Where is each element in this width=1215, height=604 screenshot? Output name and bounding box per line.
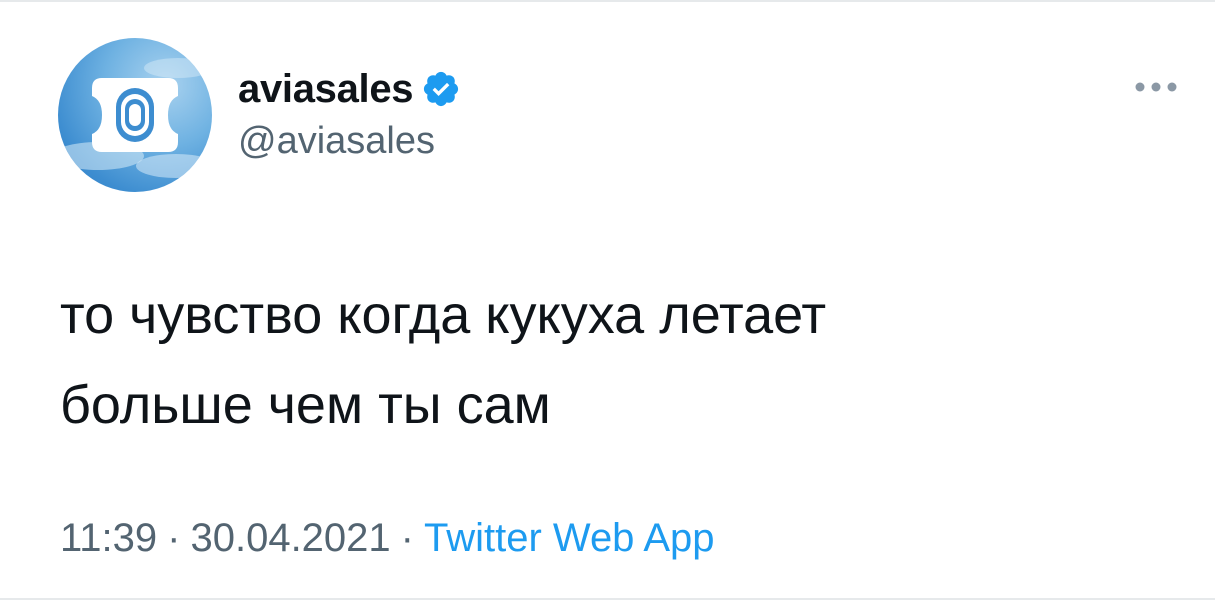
meta-separator: · bbox=[400, 516, 414, 560]
tweet-text: то чувство когда кукуха летает больше че… bbox=[60, 285, 827, 435]
avatar[interactable] bbox=[58, 38, 212, 192]
more-options-button[interactable] bbox=[1128, 72, 1184, 102]
display-name[interactable]: aviasales bbox=[238, 66, 414, 112]
more-options-icon bbox=[1135, 82, 1177, 92]
user-info: aviasales @aviasales bbox=[238, 66, 461, 164]
tweet-date[interactable]: 30.04.2021 bbox=[190, 516, 390, 560]
meta-separator: · bbox=[167, 516, 181, 560]
bottom-divider bbox=[0, 598, 1215, 600]
tweet-time[interactable]: 11:39 bbox=[60, 516, 157, 560]
tweet-metadata: 11:39 · 30.04.2021 · Twitter Web App bbox=[60, 510, 715, 566]
display-name-row: aviasales bbox=[238, 66, 461, 112]
porthole-window-icon bbox=[58, 58, 212, 178]
tweet-source-link[interactable]: Twitter Web App bbox=[424, 516, 715, 560]
verified-badge-icon bbox=[421, 69, 461, 109]
user-handle[interactable]: @aviasales bbox=[238, 118, 461, 164]
tweet-card: aviasales @aviasales то чувство когда ку… bbox=[0, 0, 1215, 604]
